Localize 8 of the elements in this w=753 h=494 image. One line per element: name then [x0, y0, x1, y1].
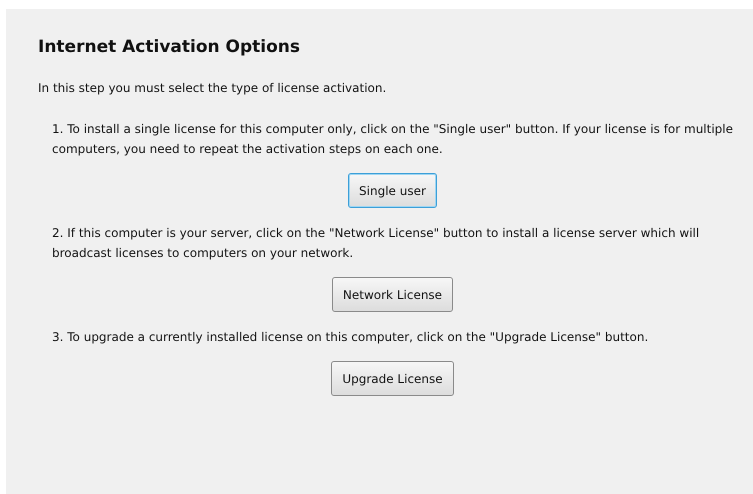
intro-text: In this step you must select the type of license activation.	[38, 81, 386, 95]
option-description: 3. To upgrade a currently installed license on this computer, click on the "Upgrade License" button.	[52, 329, 650, 346]
option-button[interactable]: Upgrade License	[331, 361, 454, 396]
option-description: 2. If this computer is your server, click on the "Network License" button to install a license server which will broadcast licenses to computers on your network.	[52, 225, 700, 262]
option-button[interactable]: Single user	[348, 173, 437, 208]
option-description: 1. To install a single license for this computer only, click on the "Single user" button. If your license is for multiple computers, you need to repeat the activation steps on each one.	[52, 121, 733, 158]
page-title: Internet Activation Options	[38, 37, 300, 57]
option-button[interactable]: Network License	[332, 277, 454, 312]
